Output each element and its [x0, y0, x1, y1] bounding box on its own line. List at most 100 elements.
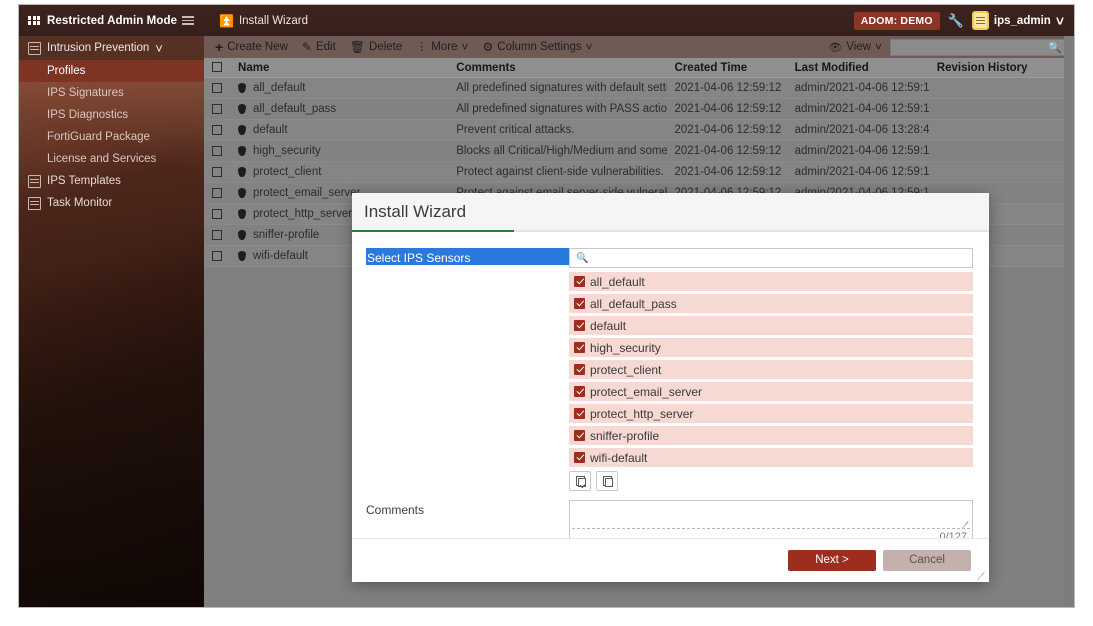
main-content: + Create New ✎ Edit 🗑 Delete ⋮ More ˅ ⚙ …	[204, 36, 1074, 607]
more-menu-button[interactable]: ⋮ More ˅	[412, 36, 475, 58]
search-input[interactable]: 🔍	[890, 38, 1068, 56]
search-icon: 🔍	[576, 252, 589, 264]
column-header-name[interactable]: Name	[230, 58, 449, 78]
row-checkbox-cell[interactable]	[204, 140, 231, 162]
task-icon	[28, 196, 41, 210]
sensor-checkbox[interactable]	[574, 276, 585, 287]
create-new-button[interactable]: + Create New	[211, 36, 295, 58]
sensor-checkbox[interactable]	[574, 320, 585, 331]
username-label: ips_admin	[993, 14, 1051, 27]
row-checkbox[interactable]	[212, 250, 222, 261]
column-header-created-time[interactable]: Created Time	[666, 58, 787, 78]
module-icon	[28, 41, 41, 55]
row-checkbox[interactable]	[212, 229, 222, 240]
sensor-checkbox[interactable]	[574, 386, 585, 397]
sidebar-item-license-and-services[interactable]: License and Services	[19, 148, 204, 170]
sensor-checkbox[interactable]	[574, 364, 585, 375]
cancel-button[interactable]: Cancel	[883, 550, 971, 571]
user-menu[interactable]: ips_admin ˅	[971, 11, 1074, 30]
hamburger-icon[interactable]	[175, 16, 201, 25]
select-all-header[interactable]	[204, 58, 231, 78]
view-label: View	[846, 41, 871, 53]
deselect-all-icon[interactable]	[596, 471, 618, 491]
sensor-checkbox[interactable]	[574, 342, 585, 353]
row-checkbox[interactable]	[212, 82, 222, 93]
row-checkbox-cell[interactable]	[204, 203, 231, 225]
avatar	[971, 11, 989, 30]
textarea-resize-handle[interactable]	[962, 520, 969, 527]
column-header-revision-history[interactable]: Revision History	[928, 58, 1074, 78]
dialog-resize-handle[interactable]	[977, 571, 985, 579]
sidebar-content: Intrusion Prevention ˅ Profiles IPS Sign…	[19, 36, 204, 214]
row-checkbox-cell[interactable]	[204, 161, 231, 183]
row-checkbox-cell[interactable]	[204, 98, 231, 120]
view-menu-button[interactable]: 👁 View ˅	[820, 41, 890, 54]
row-checkbox-cell[interactable]	[204, 182, 231, 204]
sensor-list: all_default all_default_pass default hig…	[569, 272, 973, 467]
profile-icon	[238, 209, 247, 219]
copy-icon	[602, 476, 613, 487]
next-button[interactable]: Next >	[788, 550, 876, 571]
delete-button[interactable]: 🗑 Delete	[346, 36, 409, 58]
row-modified-cell: admin/2021-04-06 12:59:12	[786, 161, 929, 183]
install-wizard-tab[interactable]: ⏫ Install Wizard	[215, 14, 308, 28]
column-header-comments[interactable]: Comments	[448, 58, 667, 78]
column-settings-button[interactable]: ⚙ Column Settings ˅	[479, 36, 600, 58]
table-row[interactable]: high_security Blocks all Critical/High/M…	[204, 140, 1074, 162]
textarea-divider	[572, 528, 970, 529]
sidebar-item-ips-templates[interactable]: IPS Templates	[19, 170, 204, 192]
sensor-list-item[interactable]: all_default_pass	[569, 294, 973, 313]
adom-badge[interactable]: ADOM: DEMO	[853, 11, 940, 30]
row-created-cell: 2021-04-06 12:59:12	[666, 140, 787, 162]
sensor-label: sniffer-profile	[590, 428, 660, 443]
sidebar-item-fortiguard-package[interactable]: FortiGuard Package	[19, 126, 204, 148]
row-checkbox[interactable]	[212, 103, 222, 114]
sensor-search-input[interactable]: 🔍	[569, 248, 973, 268]
sidebar-item-profiles[interactable]: Profiles	[19, 60, 204, 82]
eye-icon: 👁	[828, 41, 843, 54]
sensor-list-item[interactable]: default	[569, 316, 973, 335]
sensor-label: high_security	[590, 340, 661, 355]
sensor-checkbox[interactable]	[574, 298, 585, 309]
select-all-icon[interactable]	[569, 471, 591, 491]
sidebar-item-ips-signatures[interactable]: IPS Signatures	[19, 82, 204, 104]
sensor-list-item[interactable]: protect_email_server	[569, 382, 973, 401]
edit-button[interactable]: ✎ Edit	[298, 36, 343, 58]
sensor-checkbox[interactable]	[574, 408, 585, 419]
sensor-list-item[interactable]: wifi-default	[569, 448, 973, 467]
row-checkbox[interactable]	[212, 145, 222, 156]
wrench-icon[interactable]: 🔧	[948, 13, 964, 29]
sensor-list-item[interactable]: protect_http_server	[569, 404, 973, 423]
column-header-last-modified[interactable]: Last Modified	[786, 58, 929, 78]
row-checkbox-cell[interactable]	[204, 119, 231, 141]
row-checkbox[interactable]	[212, 166, 222, 177]
app-logo-icon	[28, 15, 40, 26]
sidebar-item-task-monitor[interactable]: Task Monitor	[19, 192, 204, 214]
table-row[interactable]: all_default_pass All predefined signatur…	[204, 98, 1074, 120]
sensor-list-item[interactable]: high_security	[569, 338, 973, 357]
table-row[interactable]: all_default All predefined signatures wi…	[204, 77, 1074, 99]
sidebar: Intrusion Prevention ˅ Profiles IPS Sign…	[19, 36, 204, 607]
row-checkbox-cell[interactable]	[204, 245, 231, 267]
vertical-scrollbar[interactable]	[1064, 36, 1074, 607]
row-checkbox-cell[interactable]	[204, 224, 231, 246]
row-checkbox[interactable]	[212, 187, 222, 198]
sensor-checkbox[interactable]	[574, 452, 585, 463]
gear-icon: ⚙	[482, 40, 494, 54]
table-row[interactable]: protect_client Protect against client-si…	[204, 161, 1074, 183]
sidebar-module-selector[interactable]: Intrusion Prevention ˅	[19, 36, 204, 60]
row-created-cell: 2021-04-06 12:59:12	[666, 119, 787, 141]
sensor-list-item[interactable]: sniffer-profile	[569, 426, 973, 445]
table-row[interactable]: default Prevent critical attacks. 2021-0…	[204, 119, 1074, 141]
row-checkbox-cell[interactable]	[204, 77, 231, 99]
row-revision-cell	[928, 140, 1074, 162]
sidebar-item-ips-diagnostics[interactable]: IPS Diagnostics	[19, 104, 204, 126]
sensor-list-item[interactable]: protect_client	[569, 360, 973, 379]
copy-check-icon	[575, 476, 586, 488]
sensor-list-item[interactable]: all_default	[569, 272, 973, 291]
select-all-checkbox[interactable]	[212, 62, 222, 73]
sensor-checkbox[interactable]	[574, 430, 585, 441]
row-checkbox[interactable]	[212, 208, 222, 219]
top-header-bar: Restricted Admin Mode ⏫ Install Wizard A…	[19, 5, 1074, 36]
row-checkbox[interactable]	[212, 124, 222, 135]
